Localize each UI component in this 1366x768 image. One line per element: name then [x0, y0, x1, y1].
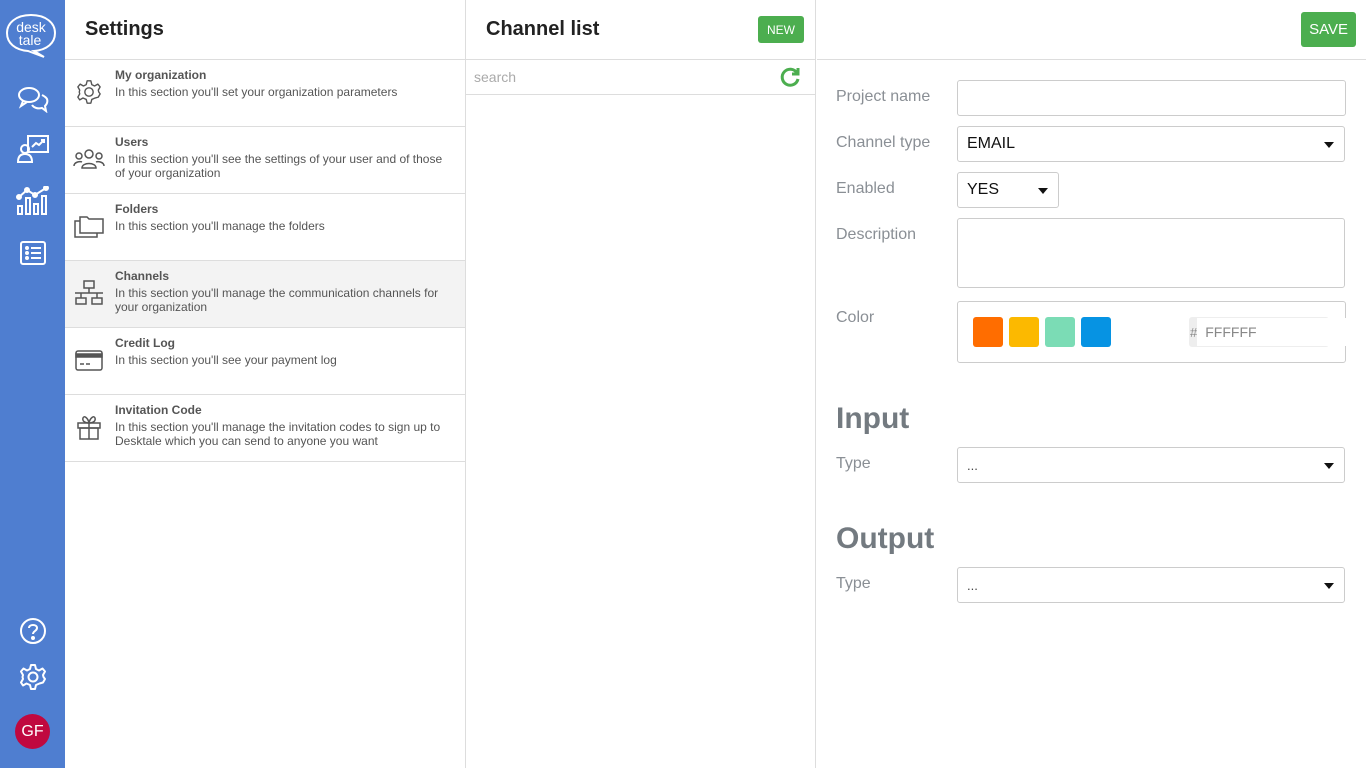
credit-card-icon [73, 344, 105, 376]
output-section-title: Output [836, 522, 935, 555]
users-icon [73, 143, 105, 175]
project-name-input[interactable] [957, 80, 1346, 116]
list-icon[interactable] [16, 238, 50, 268]
input-type-value: ... [967, 457, 978, 473]
settings-item-credit-log[interactable]: Credit Log In this section you'll see yo… [65, 328, 465, 395]
settings-item-my-organization[interactable]: My organization In this section you'll s… [65, 60, 465, 127]
settings-item-channels[interactable]: Channels In this section you'll manage t… [65, 261, 465, 328]
settings-panel: Settings My organization In this section… [65, 0, 466, 768]
color-swatch[interactable] [1009, 317, 1039, 347]
project-name-row: Project name [836, 80, 1346, 116]
enabled-label: Enabled [836, 180, 895, 197]
app-root: desk tale GF Settings My organization In… [0, 0, 1366, 768]
enabled-value: YES [967, 181, 1000, 198]
channel-form-panel: SAVE Project name Channel type EMAIL Ena… [817, 0, 1366, 768]
settings-item-desc: In this section you'll manage the invita… [115, 420, 441, 448]
channel-search-input[interactable] [474, 69, 779, 85]
color-swatch[interactable] [973, 317, 1003, 347]
presentation-icon[interactable] [16, 134, 50, 164]
settings-item-folders[interactable]: Folders In this section you'll manage th… [65, 194, 465, 261]
desktale-logo[interactable]: desk tale [4, 12, 58, 58]
settings-item-title: My organization [115, 68, 207, 82]
new-channel-button[interactable]: NEW [758, 16, 804, 43]
color-label: Color [836, 309, 875, 326]
channel-type-value: EMAIL [967, 135, 1016, 152]
channel-type-label: Channel type [836, 134, 931, 151]
analytics-icon[interactable] [16, 186, 50, 216]
user-avatar[interactable]: GF [15, 714, 50, 749]
channel-type-row: Channel type EMAIL [836, 126, 1346, 162]
channel-type-select[interactable]: EMAIL [957, 126, 1345, 162]
input-type-label: Type [836, 455, 871, 472]
hex-color-input[interactable] [1197, 318, 1366, 346]
hash-prefix: # [1190, 318, 1198, 346]
chevron-down-icon [1324, 142, 1334, 148]
folders-icon [73, 210, 105, 242]
settings-item-title: Folders [115, 202, 159, 216]
description-textarea[interactable] [957, 218, 1345, 288]
settings-item-title: Credit Log [115, 336, 175, 350]
settings-item-title: Invitation Code [115, 403, 202, 417]
icon-rail: desk tale GF [0, 0, 65, 768]
gift-icon [73, 411, 105, 443]
output-type-select[interactable]: ... [957, 567, 1345, 603]
chevron-down-icon [1038, 188, 1048, 194]
chevron-down-icon [1324, 463, 1334, 469]
settings-item-desc: In this section you'll manage the commun… [115, 286, 439, 314]
output-type-value: ... [967, 577, 978, 593]
input-type-select[interactable]: ... [957, 447, 1345, 483]
form-header: SAVE [817, 0, 1366, 60]
settings-item-invitation-code[interactable]: Invitation Code In this section you'll m… [65, 395, 465, 462]
chevron-down-icon [1324, 583, 1334, 589]
input-type-row: Type ... [836, 447, 1346, 483]
project-name-label: Project name [836, 88, 931, 105]
settings-header: Settings [65, 0, 465, 60]
settings-item-desc: In this section you'll see your payment … [115, 353, 337, 367]
enabled-row: Enabled YES [836, 172, 1346, 208]
network-icon [73, 277, 105, 309]
channel-list-title: Channel list [486, 18, 600, 40]
settings-title: Settings [85, 18, 164, 40]
chat-icon[interactable] [16, 84, 50, 114]
settings-item-users[interactable]: Users In this section you'll see the set… [65, 127, 465, 194]
hex-input-group: # [1189, 317, 1366, 347]
channel-list-header: Channel list NEW [466, 0, 815, 60]
color-swatch[interactable] [1081, 317, 1111, 347]
color-picker: # [957, 301, 1366, 363]
save-button[interactable]: SAVE [1301, 12, 1356, 47]
channel-list-panel: Channel list NEW [466, 0, 816, 768]
settings-item-title: Channels [115, 269, 170, 283]
help-icon[interactable] [16, 616, 50, 646]
logo-text-2: tale [19, 32, 42, 48]
output-type-row: Type ... [836, 567, 1346, 603]
description-label: Description [836, 226, 917, 243]
description-row: Description [836, 218, 1346, 288]
input-section-title: Input [836, 402, 910, 435]
output-type-label: Type [836, 575, 871, 592]
gear-icon[interactable] [16, 662, 50, 692]
color-swatch[interactable] [1045, 317, 1075, 347]
gear-icon [73, 76, 105, 108]
color-row: Color # [836, 301, 1366, 363]
settings-item-title: Users [115, 135, 149, 149]
enabled-select[interactable]: YES [957, 172, 1059, 208]
settings-item-desc: In this section you'll see the settings … [115, 152, 443, 180]
refresh-icon[interactable] [779, 66, 801, 88]
channel-search-bar [466, 60, 815, 95]
settings-item-desc: In this section you'll manage the folder… [115, 219, 325, 233]
settings-item-desc: In this section you'll set your organiza… [115, 85, 398, 99]
